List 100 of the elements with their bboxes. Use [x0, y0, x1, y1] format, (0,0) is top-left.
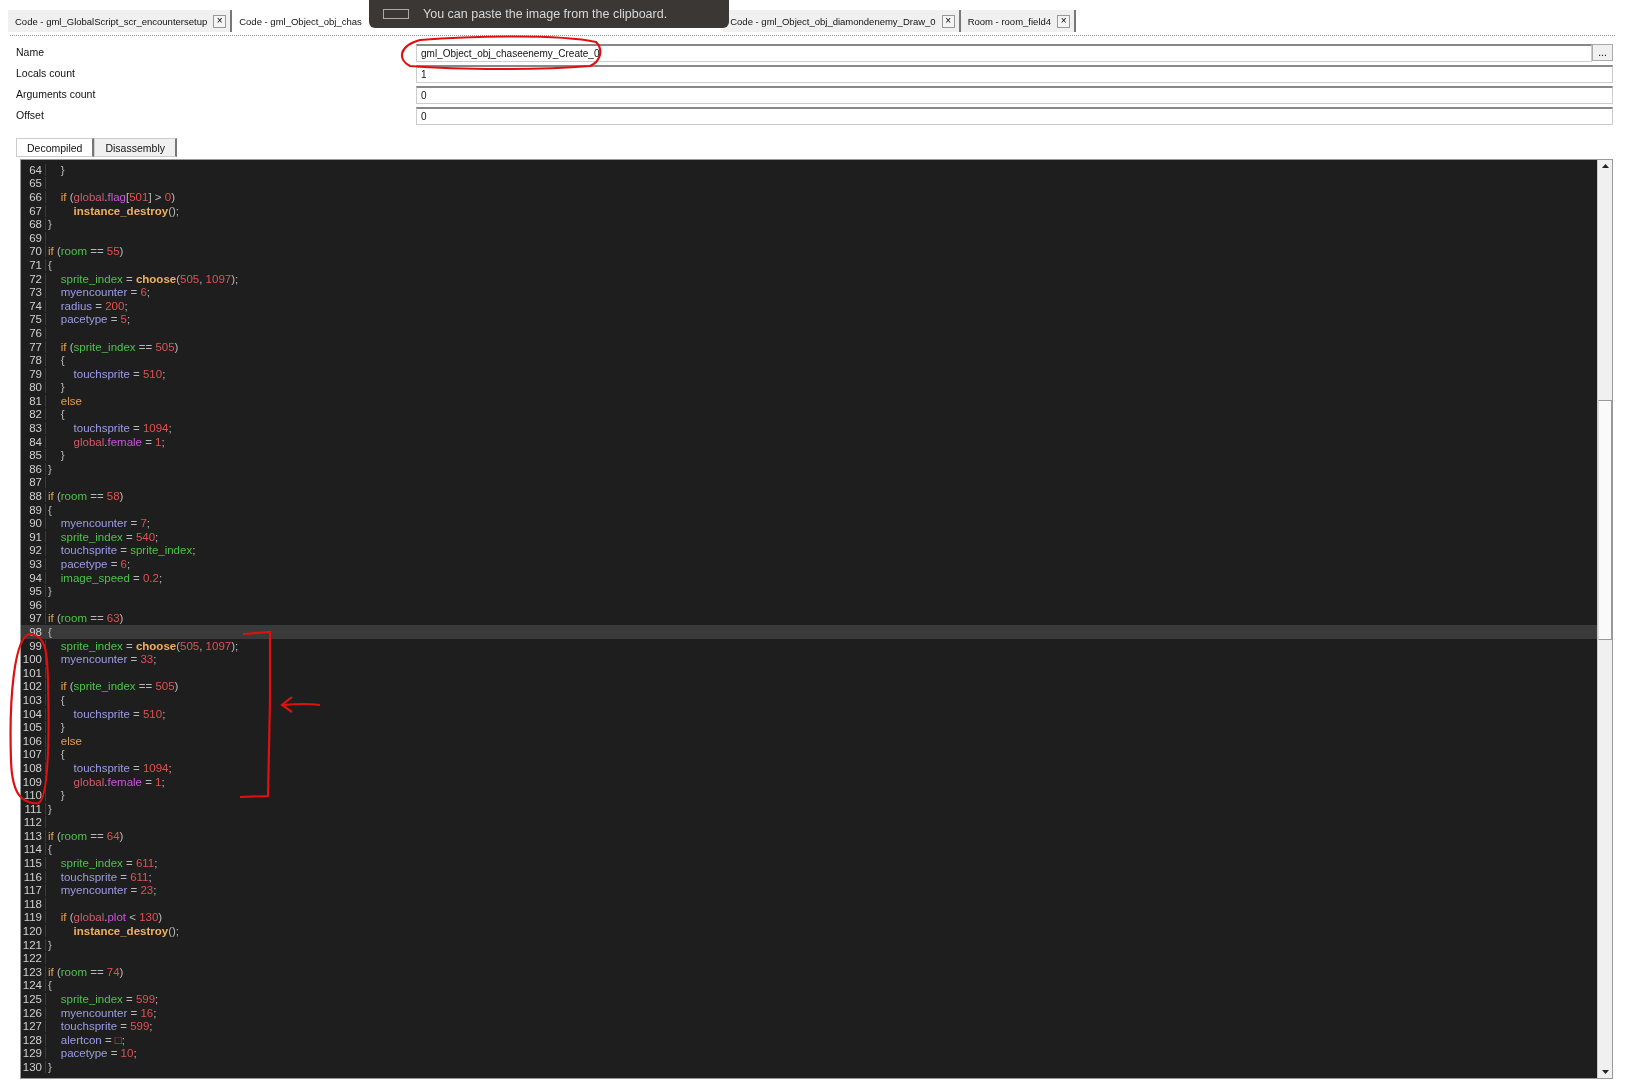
- code-line: alertcon = □;: [59, 1033, 125, 1046]
- line-number: 122: [21, 952, 46, 965]
- line-number: 111: [21, 802, 46, 815]
- line-number: 95: [21, 585, 46, 598]
- code-line: instance_destroy();: [72, 204, 179, 217]
- line-number: 66: [21, 191, 46, 203]
- code-line: myencounter = 7;: [59, 517, 150, 530]
- code-line: }: [47, 938, 52, 951]
- code-line: pacetype = 10;: [59, 1047, 137, 1060]
- toast-message: You can paste the image from the clipboard.: [423, 7, 668, 21]
- line-number: 113: [21, 829, 46, 842]
- code-line: if (room == 55): [47, 245, 124, 258]
- line-number: 69: [21, 231, 46, 244]
- line-number: 89: [21, 503, 46, 516]
- code-line: if (room == 74): [47, 965, 124, 978]
- line-number: 99: [21, 639, 46, 652]
- code-line: if (global.flag[501] > 0): [59, 191, 175, 203]
- line-number: 78: [21, 354, 46, 367]
- code-line: }: [47, 585, 52, 598]
- line-number: 67: [21, 204, 46, 217]
- code-line: {: [59, 748, 65, 761]
- code-line: sprite_index = 540;: [59, 530, 159, 543]
- code-line: myencounter = 33;: [59, 653, 157, 666]
- line-number: 130: [21, 1061, 46, 1073]
- line-number: 127: [21, 1020, 46, 1033]
- code-line: myencounter = 16;: [59, 1006, 157, 1019]
- line-number: 64: [21, 163, 46, 176]
- line-number: 126: [21, 1006, 46, 1019]
- code-line: if (global.plot < 130): [59, 911, 163, 924]
- code-line: }: [47, 218, 52, 231]
- field-label: Locals count: [16, 66, 76, 81]
- code-line: {: [59, 408, 65, 421]
- line-number: 87: [21, 476, 46, 489]
- code-line: touchsprite = 1094;: [72, 422, 172, 435]
- line-number: 128: [21, 1033, 46, 1046]
- line-number: 118: [21, 897, 46, 910]
- code-line: {: [59, 354, 65, 367]
- code-line: radius = 200;: [59, 299, 128, 312]
- code-line: if (room == 63): [47, 612, 124, 625]
- code-line: if (room == 64): [47, 829, 124, 842]
- code-line: image_speed = 0.2;: [59, 571, 163, 584]
- line-number: 73: [21, 286, 46, 299]
- code-line: {: [47, 626, 52, 638]
- line-number: 129: [21, 1047, 46, 1060]
- line-number: 106: [21, 734, 46, 747]
- line-number: 86: [21, 462, 46, 475]
- line-number: 107: [21, 748, 46, 761]
- line-number: 109: [21, 775, 46, 788]
- line-number: 74: [21, 299, 46, 312]
- line-number: 116: [21, 870, 46, 883]
- line-number: 117: [21, 884, 46, 897]
- line-number: 119: [21, 911, 46, 924]
- line-number: 103: [21, 693, 46, 706]
- line-number: 65: [21, 177, 46, 190]
- line-number: 77: [21, 340, 46, 353]
- code-line: {: [47, 503, 52, 516]
- line-number: 92: [21, 544, 46, 557]
- code-line: myencounter = 6;: [59, 286, 150, 299]
- code-line: instance_destroy();: [72, 925, 179, 938]
- line-number: 121: [21, 938, 46, 951]
- line-number: 85: [21, 449, 46, 462]
- line-number: 123: [21, 965, 46, 978]
- code-line: touchsprite = 510;: [72, 707, 166, 720]
- code-line: sprite_index = choose(505, 1097);: [59, 639, 239, 652]
- line-number: 96: [21, 598, 46, 611]
- line-number: 102: [21, 680, 46, 693]
- code-line: {: [47, 258, 52, 271]
- code-line: if (sprite_index == 505): [59, 680, 179, 693]
- code-line: }: [47, 462, 52, 475]
- code-line: myencounter = 23;: [59, 884, 157, 897]
- line-number: 115: [21, 857, 46, 870]
- code-line: touchsprite = 599;: [59, 1020, 153, 1033]
- line-number: 105: [21, 721, 46, 734]
- line-number: 70: [21, 245, 46, 258]
- code-line: if (sprite_index == 505): [59, 340, 179, 353]
- code-line: global.female = 1;: [72, 435, 165, 448]
- line-number: 94: [21, 571, 46, 584]
- line-number: 110: [21, 789, 46, 802]
- line-number: 108: [21, 761, 46, 774]
- code-line: }: [59, 721, 65, 734]
- code-line: }: [47, 1061, 52, 1073]
- line-number: 84: [21, 435, 46, 448]
- line-number: 100: [21, 653, 46, 666]
- line-number: 68: [21, 218, 46, 231]
- line-number: 79: [21, 367, 46, 380]
- field-label: Arguments count: [16, 87, 97, 102]
- code-line: }: [59, 449, 65, 462]
- code-line: }: [59, 381, 65, 394]
- code-line: pacetype = 6;: [59, 558, 131, 570]
- line-number: 81: [21, 394, 46, 407]
- line-number: 72: [21, 272, 46, 285]
- line-number: 124: [21, 979, 46, 992]
- line-number: 75: [21, 313, 46, 326]
- code-line: touchsprite = 1094;: [72, 761, 172, 774]
- field-label: Name: [16, 45, 45, 60]
- code-line: }: [59, 789, 65, 802]
- field-label: Offset: [16, 108, 45, 123]
- code-line: }: [59, 163, 65, 176]
- line-number: 114: [21, 843, 46, 856]
- line-number: 91: [21, 530, 46, 543]
